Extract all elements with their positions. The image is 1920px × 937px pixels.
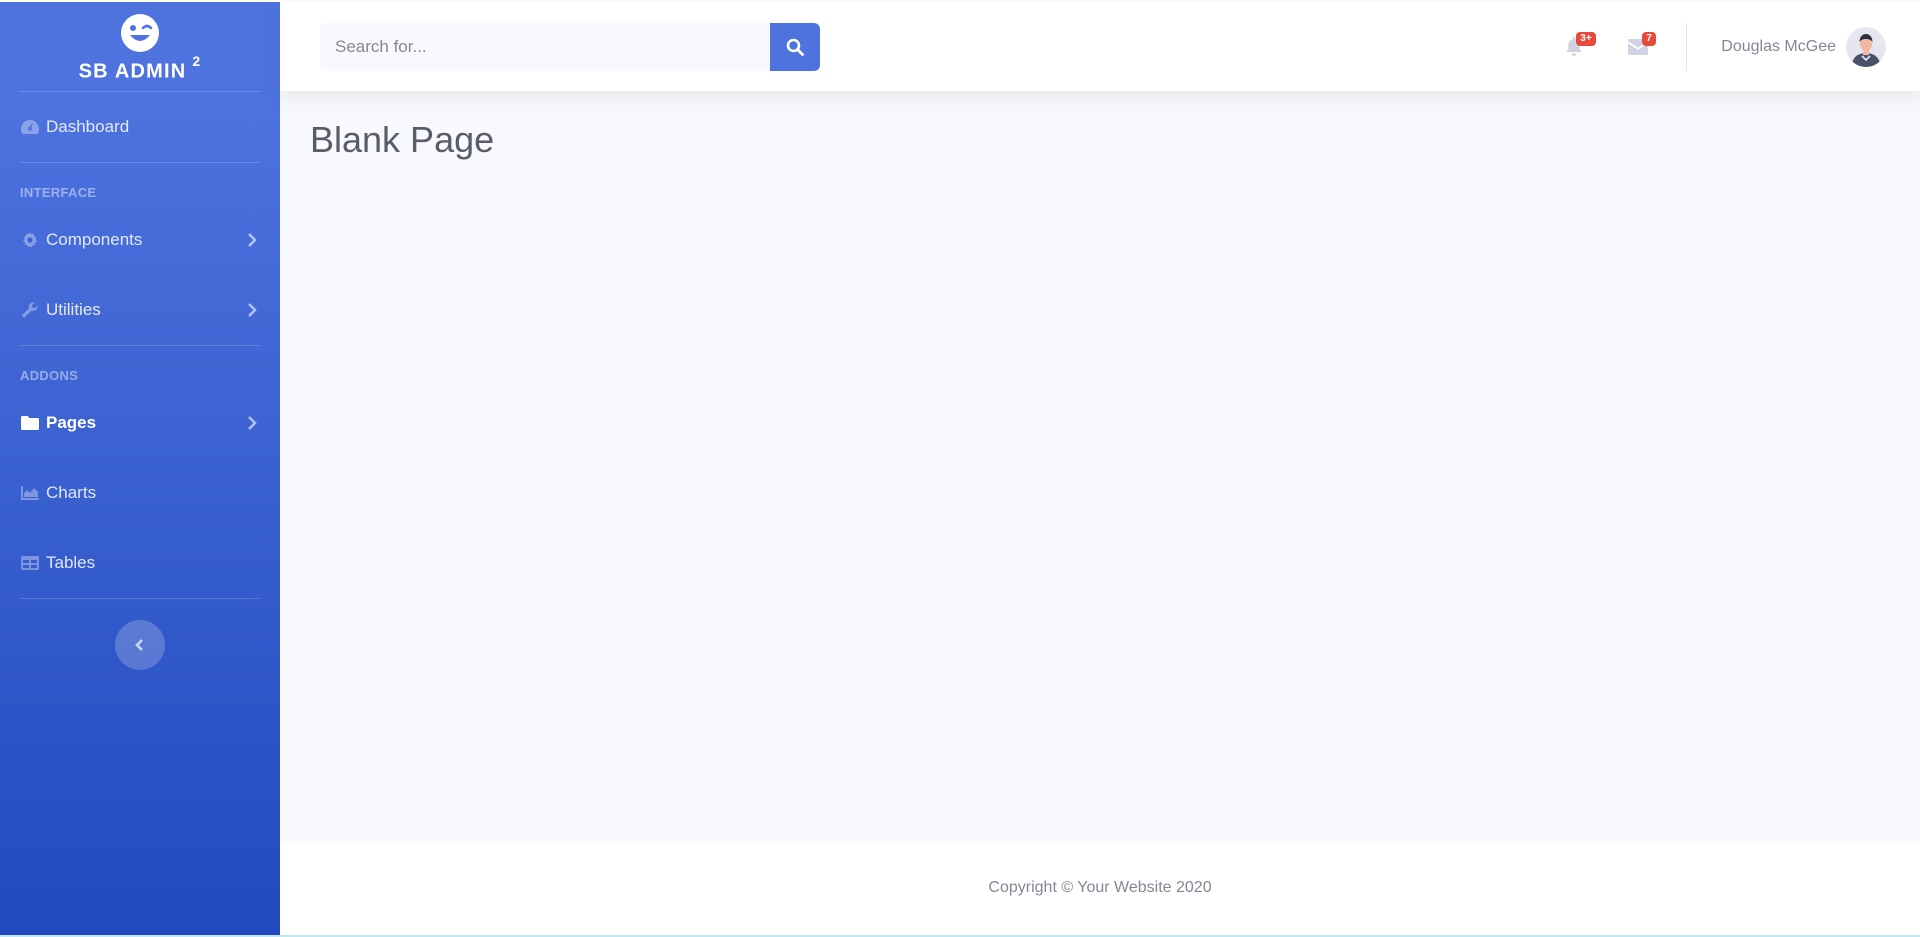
chevron-right-icon — [248, 416, 257, 430]
tachometer-icon — [20, 118, 40, 136]
table-icon — [20, 554, 40, 572]
sidebar-item-components[interactable]: Components — [20, 205, 260, 275]
sidebar-heading-addons: ADDONS — [20, 368, 79, 383]
chevron-left-icon — [135, 639, 143, 651]
sidebar-item-tables[interactable]: Tables — [20, 528, 260, 598]
sidebar-toggle-wrapper — [20, 599, 260, 670]
sidebar-item-label: Tables — [46, 553, 96, 572]
footer: Copyright © Your Website 2020 — [280, 841, 1920, 935]
topbar-divider — [1686, 22, 1688, 71]
main-content: Blank Page — [280, 91, 1920, 841]
brand-superscript: 2 — [192, 53, 202, 70]
folder-icon — [20, 414, 40, 432]
chevron-right-icon — [248, 303, 257, 317]
search-input[interactable] — [320, 22, 770, 71]
sidebar-item-label: Utilities — [46, 300, 101, 319]
topbar: 3+ 7 Douglas McGee — [280, 2, 1920, 91]
brand-name: SB ADMIN 2 — [78, 53, 202, 83]
page-title: Blank Page — [310, 119, 495, 160]
copyright-text: Copyright © Your Website 2020 — [988, 879, 1212, 896]
avatar-icon — [1846, 26, 1886, 67]
laugh-wink-icon — [120, 13, 160, 53]
messages-badge: 7 — [1642, 32, 1656, 46]
wrench-icon — [20, 301, 40, 319]
sidebar-item-label: Charts — [46, 483, 97, 502]
search-form — [320, 22, 820, 71]
alerts-badge: 3+ — [1576, 32, 1596, 46]
sidebar-item-label: Components — [46, 230, 143, 249]
area-chart-icon — [20, 484, 40, 502]
sidebar-item-pages[interactable]: Pages — [20, 388, 260, 458]
sidebar: SB ADMIN 2 Dashboard INTERFACE Components… — [0, 2, 280, 935]
sidebar-item-dashboard[interactable]: Dashboard — [20, 92, 260, 162]
alerts-dropdown[interactable]: 3+ — [1542, 2, 1606, 91]
chevron-right-icon — [248, 233, 257, 247]
sidebar-item-label: Dashboard — [46, 117, 130, 136]
messages-dropdown[interactable]: 7 — [1606, 2, 1670, 91]
sidebar-heading-interface: INTERFACE — [20, 185, 97, 200]
search-icon — [786, 38, 804, 56]
search-button[interactable] — [770, 22, 820, 71]
topbar-right: 3+ 7 Douglas McGee — [1542, 2, 1920, 91]
sidebar-item-charts[interactable]: Charts — [20, 458, 260, 528]
app-frame: SB ADMIN 2 Dashboard INTERFACE Components… — [0, 2, 1920, 935]
user-dropdown[interactable]: Douglas McGee — [1703, 26, 1886, 67]
content-wrapper: 3+ 7 Douglas McGee — [280, 2, 1920, 935]
user-name: Douglas McGee — [1721, 37, 1836, 55]
cog-icon — [20, 231, 40, 249]
brand-link[interactable]: SB ADMIN 2 — [20, 2, 260, 91]
sidebar-item-label: Pages — [46, 413, 97, 432]
sidebar-toggle-button[interactable] — [115, 620, 165, 670]
sidebar-item-utilities[interactable]: Utilities — [20, 275, 260, 345]
